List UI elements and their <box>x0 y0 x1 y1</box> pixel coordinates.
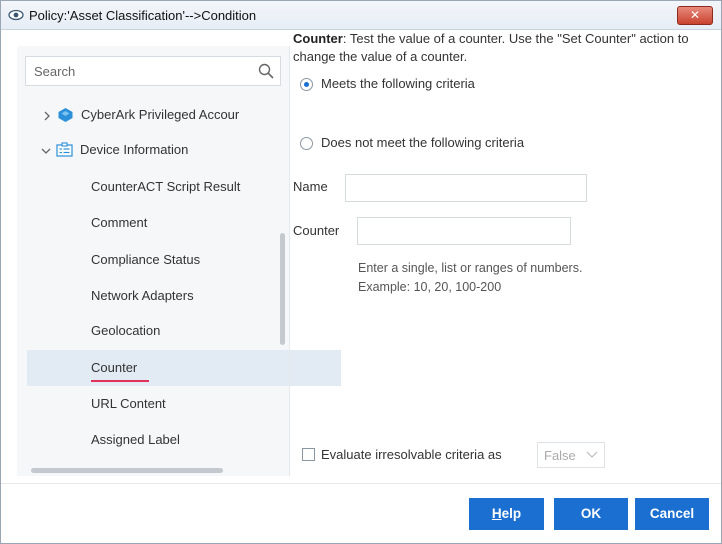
help-mnemonic: H <box>491 506 502 521</box>
evaluate-select-value: False <box>544 448 576 463</box>
cancel-button[interactable]: Cancel <box>635 498 709 530</box>
tree-group-device-information[interactable]: Device Information <box>27 133 277 167</box>
help-button[interactable]: Help <box>469 498 544 530</box>
tree-group-cyberark[interactable]: CyberArk Privileged Accour <box>27 98 277 132</box>
tree-item-label: Comment <box>91 215 148 230</box>
counter-label: Counter <box>293 223 340 238</box>
vertical-scrollbar[interactable] <box>280 233 285 345</box>
tree-item-counter[interactable]: Counter <box>27 350 341 386</box>
search-input[interactable] <box>26 57 262 85</box>
condition-description: Counter: Test the value of a counter. Us… <box>293 30 703 66</box>
tree-group-label: Device Information <box>80 142 189 157</box>
help-label: elp <box>501 506 522 521</box>
tree-item-label: CounterACT Script Result <box>91 179 241 194</box>
eye-icon <box>8 9 24 21</box>
counter-hint: Enter a single, list or ranges of number… <box>358 259 582 297</box>
chevron-right-icon[interactable] <box>42 111 52 121</box>
device-info-icon <box>56 142 73 157</box>
title-bar: Policy:'Asset Classification'-->Conditio… <box>1 1 721 30</box>
selection-underline <box>91 380 149 382</box>
tree-item-geolocation[interactable]: Geolocation <box>27 314 341 348</box>
name-field[interactable] <box>345 174 587 202</box>
tree-item-label: Counter <box>91 360 138 375</box>
panel-divider[interactable] <box>289 46 290 476</box>
hint-line: Enter a single, list or ranges of number… <box>358 261 583 275</box>
tree-item-assigned-label[interactable]: Assigned Label <box>27 423 341 457</box>
name-label: Name <box>293 179 328 194</box>
cancel-label: Cancel <box>649 506 695 521</box>
tree-item-compliance-status[interactable]: Compliance Status <box>27 243 341 277</box>
ok-label: OK <box>580 506 602 521</box>
tree-item-url-content[interactable]: URL Content <box>27 387 341 421</box>
search-box <box>25 56 281 86</box>
counter-field[interactable] <box>357 217 571 245</box>
tree-item-label: URL Content <box>91 396 166 411</box>
tree-item-label: Network Adapters <box>91 288 194 303</box>
condition-tree-panel: CyberArk Privileged Accour Device Inform… <box>17 46 341 476</box>
condition-description-text: : Test the value of a counter. Use the "… <box>293 31 689 64</box>
condition-dialog: Policy:'Asset Classification'-->Conditio… <box>0 0 722 544</box>
tree-item-label: Assigned Label <box>91 432 180 447</box>
tree-item-network-adapters[interactable]: Network Adapters <box>27 279 341 313</box>
tree-item-label: Compliance Status <box>91 252 201 267</box>
radio-label: Does not meet the following criteria <box>321 135 525 150</box>
close-button[interactable]: ✕ <box>677 6 713 25</box>
tree-item-label: Geolocation <box>91 323 161 338</box>
condition-heading: Counter <box>293 31 343 46</box>
evaluate-label: Evaluate irresolvable criteria as <box>321 447 502 462</box>
ok-button[interactable]: OK <box>554 498 628 530</box>
chevron-down-icon[interactable] <box>41 146 51 156</box>
search-icon[interactable] <box>258 63 274 79</box>
horizontal-scrollbar[interactable] <box>31 468 223 473</box>
tree-group-label: CyberArk Privileged Accour <box>81 107 240 122</box>
radio-button[interactable] <box>300 137 313 150</box>
hint-line: Example: 10, 20, 100-200 <box>358 280 502 294</box>
close-icon: ✕ <box>689 8 701 22</box>
chevron-down-icon <box>586 451 598 458</box>
radio-button[interactable] <box>300 78 313 91</box>
dialog-body: CyberArk Privileged Accour Device Inform… <box>1 30 721 543</box>
dialog-title: Policy:'Asset Classification'-->Conditio… <box>29 8 257 23</box>
evaluate-select[interactable]: False <box>537 442 605 468</box>
evaluate-checkbox[interactable] <box>302 448 315 461</box>
cyberark-icon <box>58 108 73 122</box>
radio-label: Meets the following criteria <box>321 76 475 91</box>
footer-divider <box>1 483 721 484</box>
